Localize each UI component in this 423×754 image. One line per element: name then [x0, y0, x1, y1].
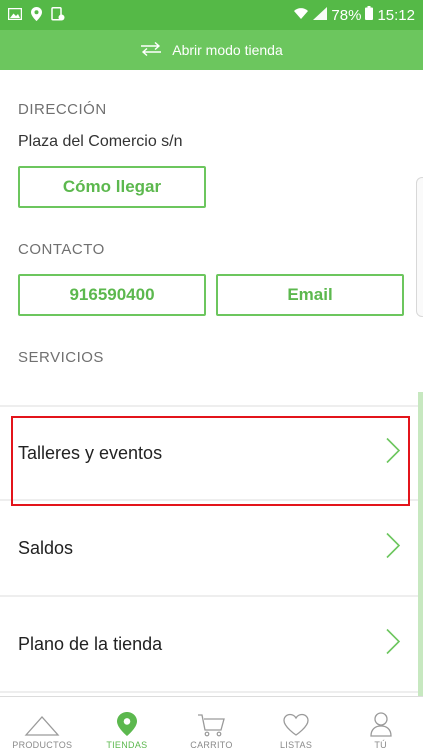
nav-carrito[interactable]: CARRITO [169, 697, 254, 754]
service-item-saldos[interactable]: Saldos [0, 501, 418, 597]
battery-icon [365, 6, 374, 24]
clock: 15:12 [377, 6, 415, 24]
chevron-right-icon [386, 437, 401, 469]
scrollbar[interactable] [418, 392, 423, 696]
nav-productos[interactable]: PRODUCTOS [0, 697, 85, 754]
bottom-nav: PRODUCTOS TIENDAS CARRITO LISTAS TÚ [0, 696, 423, 754]
screenshot-icon [51, 6, 65, 24]
heart-icon [283, 713, 309, 736]
swap-arrows-icon [140, 41, 162, 59]
side-drawer-handle[interactable] [416, 177, 423, 317]
nav-tiendas[interactable]: TIENDAS [85, 697, 170, 754]
nav-listas[interactable]: LISTAS [254, 697, 339, 754]
address-text: Plaza del Comercio s/n [18, 133, 183, 150]
contact-section-title: CONTACTO [18, 241, 105, 258]
service-item-plano[interactable]: Plano de la tienda [0, 597, 418, 693]
triangle-icon [24, 716, 60, 736]
nav-label: TIENDAS [106, 740, 148, 750]
store-detail-content: DIRECCIÓN Plaza del Comercio s/n Cómo ll… [0, 70, 423, 696]
service-item-talleres[interactable]: Talleres y eventos [0, 405, 418, 501]
location-pin-icon [116, 712, 137, 736]
open-store-mode-button[interactable]: Abrir modo tienda [0, 30, 423, 70]
service-item-label: Plano de la tienda [18, 633, 163, 654]
chevron-right-icon [386, 628, 401, 660]
signal-icon [313, 6, 328, 24]
user-icon [370, 712, 392, 737]
battery-percent: 78% [331, 6, 362, 24]
location-icon [31, 6, 42, 24]
nav-label: PRODUCTOS [12, 740, 73, 750]
wifi-icon [293, 7, 309, 24]
email-button[interactable]: Email [216, 274, 404, 316]
services-list: Talleres y eventos Saldos Plano de la ti… [0, 405, 418, 693]
chevron-right-icon [386, 532, 401, 564]
nav-label: CARRITO [190, 740, 233, 750]
address-section-title: DIRECCIÓN [18, 101, 107, 118]
services-section-title: SERVICIOS [18, 349, 104, 366]
status-bar: 78% 15:12 [0, 0, 423, 30]
nav-tu[interactable]: TÚ [338, 697, 423, 754]
phone-button[interactable]: 916590400 [18, 274, 206, 316]
gallery-icon [7, 7, 23, 23]
cart-icon [198, 714, 226, 737]
nav-label: TÚ [374, 740, 387, 750]
nav-label: LISTAS [280, 740, 313, 750]
service-item-label: Saldos [18, 537, 74, 558]
service-item-label: Talleres y eventos [18, 442, 163, 463]
open-store-mode-label: Abrir modo tienda [172, 42, 283, 58]
directions-button[interactable]: Cómo llegar [18, 166, 206, 208]
